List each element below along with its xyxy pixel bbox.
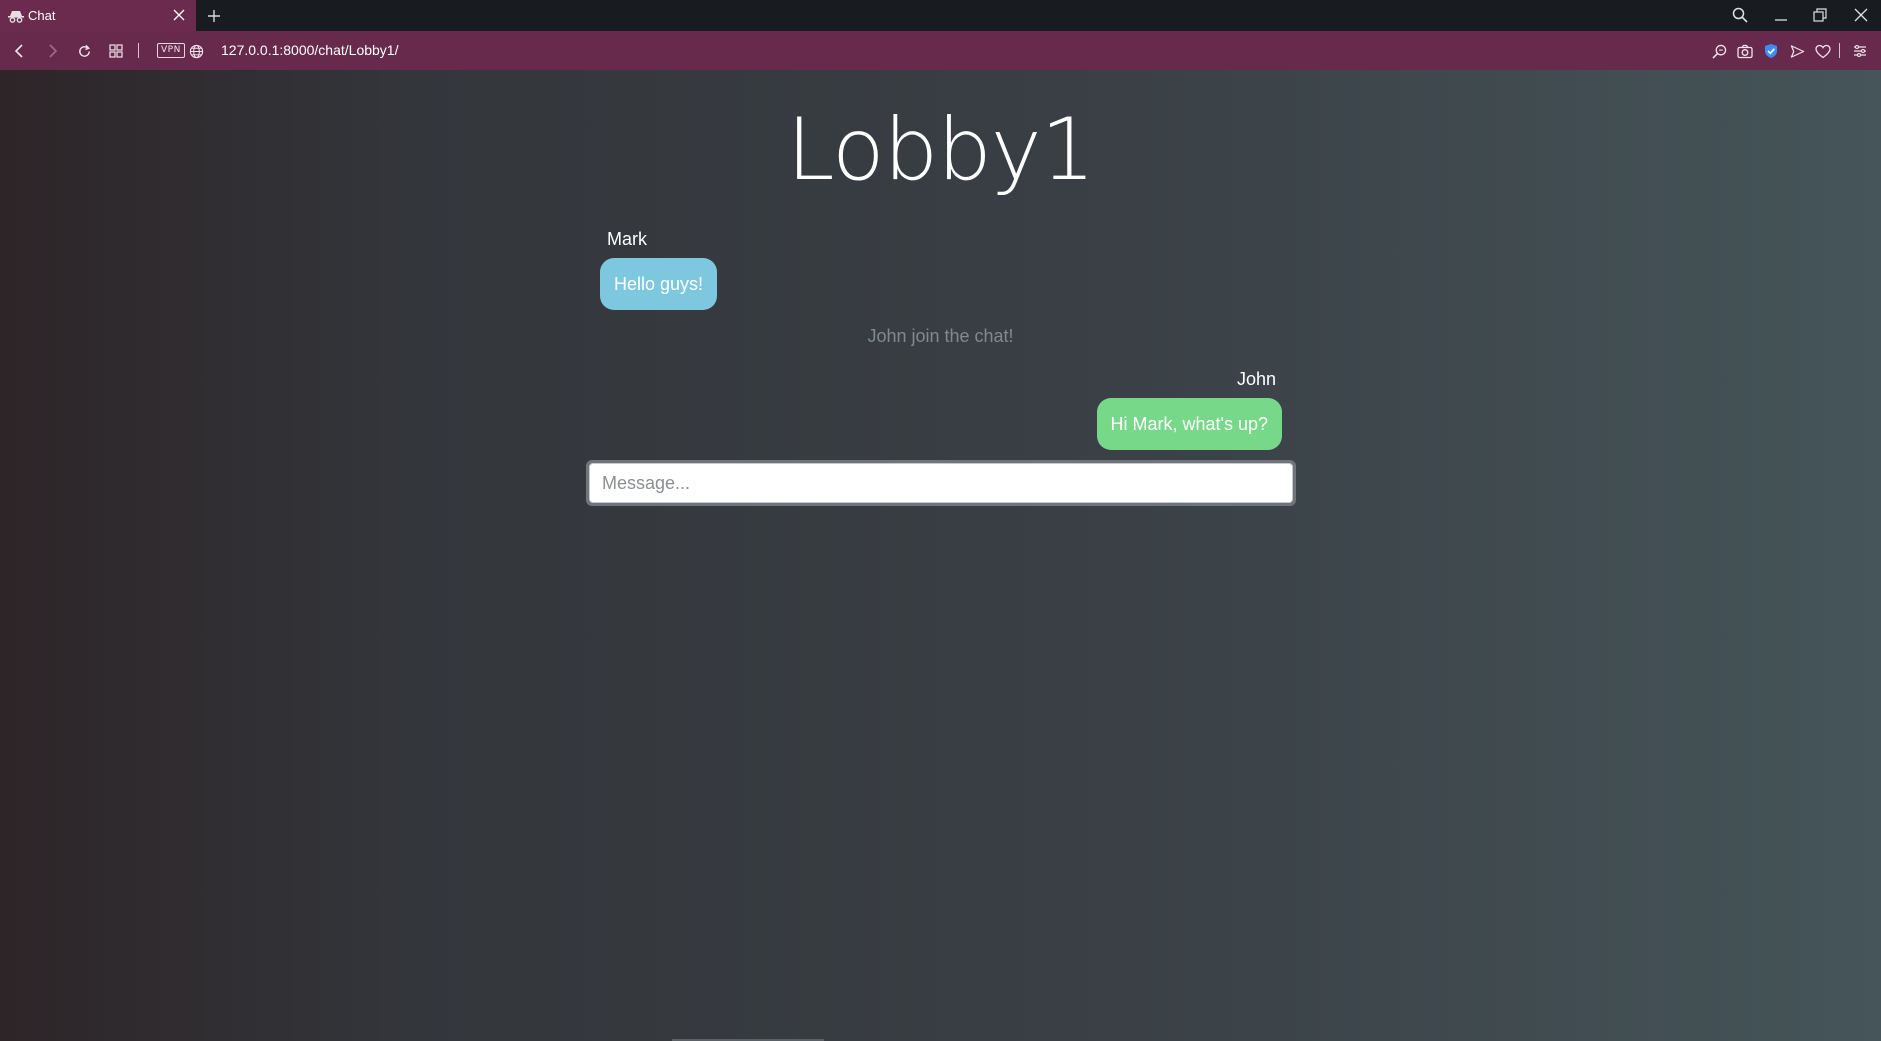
vpn-badge[interactable]: VPN [157,43,185,58]
back-icon[interactable] [9,40,31,62]
message-bubble: Hello guys! [600,258,718,310]
message-bubble: Hi Mark, what's up? [1096,398,1282,450]
tab-strip: Chat [0,0,1881,31]
toolbar-divider [138,43,139,58]
address-bar: VPN 127.0.0.1:8000/chat/Lobby1/ [0,31,1881,70]
url-field[interactable]: 127.0.0.1:8000/chat/Lobby1/ [221,42,398,58]
speed-dial-icon[interactable] [105,40,127,62]
room-title: Lobby1 [786,100,1096,200]
easy-setup-menu-icon[interactable] [1849,40,1871,62]
new-tab-icon[interactable] [203,5,225,27]
message-author: John [1236,369,1276,389]
chat-page: Lobby1 Mark Hello guys! John join the ch… [0,70,1881,1041]
globe-icon[interactable] [185,40,207,62]
zoom-icon[interactable] [1708,40,1730,62]
message-input-wrapper [586,460,1296,506]
message-input[interactable] [589,463,1293,503]
forward-icon[interactable] [41,40,63,62]
search-tabs-icon[interactable] [1728,4,1752,26]
shield-icon[interactable] [1760,40,1782,62]
tab-title: Chat [28,8,56,23]
toolbar-divider [1839,43,1840,58]
snapshot-camera-icon[interactable] [1734,40,1756,62]
message-mark: Mark Hello guys! [600,229,718,310]
restore-icon[interactable] [1808,4,1832,26]
close-tab-icon[interactable] [170,6,188,24]
message-john: John Hi Mark, what's up? [1096,369,1282,450]
system-message: John join the chat! [867,326,1014,346]
message-author: Mark [607,229,647,249]
incognito-icon [8,8,24,24]
close-window-icon[interactable] [1849,4,1873,26]
minimize-icon[interactable] [1769,4,1793,26]
heart-icon[interactable] [1812,40,1834,62]
reload-icon[interactable] [73,40,95,62]
tab-chat[interactable]: Chat [0,0,196,31]
send-icon[interactable] [1786,40,1808,62]
